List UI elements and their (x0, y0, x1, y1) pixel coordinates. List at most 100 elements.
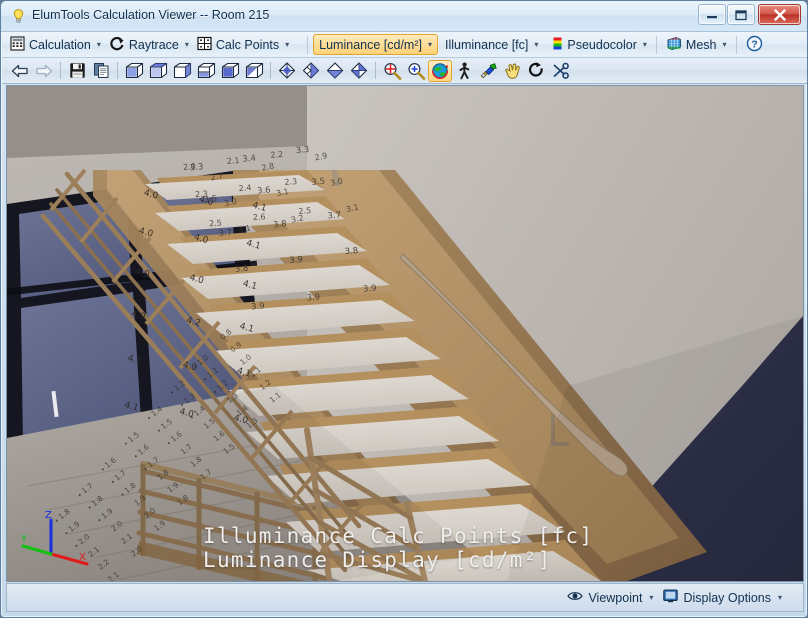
clip-scissors-icon[interactable] (548, 60, 572, 82)
toolbar-divider (117, 62, 118, 79)
colorbar-icon (552, 36, 563, 54)
chevron-down-icon: ▾ (722, 40, 727, 49)
svg-text:3.7: 3.7 (327, 210, 341, 221)
help-icon: ? (746, 35, 763, 55)
toolbar-divider (375, 62, 376, 79)
svg-text:2.4: 2.4 (238, 183, 251, 193)
menu-label-calc-points: Calc Points (215, 37, 280, 52)
svg-text:3.9: 3.9 (289, 255, 303, 266)
zoom-in-icon[interactable] (404, 60, 428, 82)
menu-label-pseudocolor: Pseudocolor (567, 37, 637, 52)
view-top-icon[interactable] (146, 60, 170, 82)
menu-divider (735, 35, 737, 54)
view-side-icon[interactable] (194, 60, 218, 82)
menu-item-raytrace[interactable]: Raytrace ▾ (105, 34, 193, 56)
svg-text:Y: Y (21, 534, 28, 545)
view-back-icon[interactable] (242, 60, 266, 82)
menu-label-mesh: Mesh (685, 37, 717, 52)
overlay-line-2: Luminance Display [cd/m²] (203, 548, 552, 572)
view-rotate-4-icon[interactable] (347, 60, 371, 82)
menu-divider (655, 35, 657, 54)
axis-triad: Z X Y (21, 510, 89, 566)
view-bottom-icon[interactable] (218, 60, 242, 82)
chevron-down-icon: ▾ (96, 40, 101, 49)
menu-label-raytrace: Raytrace (128, 37, 179, 52)
viewpoint-button[interactable]: Viewpoint ▾ (562, 587, 658, 608)
view-rotate-2-icon[interactable] (299, 60, 323, 82)
monitor-icon (663, 589, 679, 606)
view-iso-icon[interactable] (122, 60, 146, 82)
menu-label-luminance: Luminance [cd/m²] (319, 37, 422, 52)
3d-scene[interactable]: 4.0 4.0 4.1 4.0 4.0 4.1 4.0 4.0 4.1 4.0 4.2 4.1 (7, 86, 803, 581)
toolbar-divider (60, 62, 61, 79)
svg-text:2.3: 2.3 (284, 177, 297, 187)
svg-text:?: ? (751, 38, 757, 50)
chevron-down-icon: ▾ (642, 40, 647, 49)
eye-icon (567, 590, 584, 605)
zoom-window-icon[interactable] (380, 60, 404, 82)
minimize-button[interactable] (698, 4, 726, 25)
chevron-down-icon: ▾ (649, 593, 654, 602)
display-options-label: Display Options (683, 590, 771, 605)
svg-text:3.9: 3.9 (306, 293, 320, 304)
view-front-icon[interactable] (170, 60, 194, 82)
copy-icon[interactable] (89, 60, 113, 82)
svg-text:2.5: 2.5 (209, 218, 222, 228)
svg-text:3.4: 3.4 (242, 154, 256, 165)
minimize-icon (707, 15, 717, 18)
menu-label-calculation: Calculation (29, 37, 91, 52)
chevron-down-icon: ▾ (427, 40, 432, 49)
status-bar: Viewpoint ▾ Display Options ▾ (6, 583, 804, 612)
svg-text:3.6: 3.6 (257, 185, 271, 196)
svg-text:2.1: 2.1 (226, 156, 239, 166)
calc-points-icon (197, 36, 212, 54)
lightbulb-icon (10, 8, 27, 25)
close-button[interactable] (758, 4, 801, 25)
menu-item-help[interactable]: ? (742, 34, 767, 56)
icon-toolbar (2, 58, 807, 84)
application-window: ElumTools Calculation Viewer -- Room 215 (0, 0, 808, 618)
menu-item-luminance[interactable]: Luminance [cd/m²] ▾ (313, 34, 438, 55)
calculator-icon (10, 35, 25, 54)
render-icon[interactable] (476, 60, 500, 82)
menu-item-mesh[interactable]: Mesh ▾ (662, 34, 731, 56)
overlay-line-1: Illuminance Calc Points [fc] (203, 524, 594, 548)
svg-text:2.3: 2.3 (195, 189, 208, 199)
svg-text:3.9: 3.9 (251, 301, 265, 312)
menu-item-calc-points[interactable]: Calc Points ▾ (193, 34, 293, 56)
pan-hand-icon[interactable] (500, 60, 524, 82)
menu-item-calculation[interactable]: Calculation ▾ (6, 34, 105, 56)
chevron-down-icon: ▾ (534, 40, 539, 49)
svg-text:3.3: 3.3 (295, 145, 309, 156)
svg-text:Z: Z (45, 510, 52, 521)
close-icon (773, 8, 786, 21)
title-bar: ElumTools Calculation Viewer -- Room 215 (1, 1, 807, 32)
svg-text:3.5: 3.5 (311, 177, 325, 188)
maximize-button[interactable] (727, 4, 755, 25)
toolbar-divider (270, 62, 271, 79)
refresh-icon[interactable] (524, 60, 548, 82)
viewpoint-label: Viewpoint (588, 590, 643, 605)
svg-text:3.8: 3.8 (234, 264, 248, 275)
menu-item-illuminance[interactable]: Illuminance [fc] ▾ (441, 34, 542, 56)
save-icon[interactable] (65, 60, 89, 82)
view-rotate-3-icon[interactable] (323, 60, 347, 82)
svg-text:X: X (79, 552, 86, 563)
menu-item-pseudocolor[interactable]: Pseudocolor ▾ (548, 34, 651, 56)
orbit-globe-icon[interactable] (428, 59, 452, 82)
chevron-down-icon: ▾ (184, 40, 189, 49)
back-arrow-icon[interactable] (8, 60, 32, 82)
walk-icon[interactable] (452, 60, 476, 82)
command-bar: Calculation ▾ Raytrace ▾ Calc Points ▾ L… (2, 32, 807, 58)
svg-text:3.9: 3.9 (363, 284, 377, 295)
scene-render: 4.0 4.0 4.1 4.0 4.0 4.1 4.0 4.0 4.1 4.0 4.2 4.1 (7, 86, 803, 581)
chevron-down-icon: ▾ (777, 593, 782, 602)
viewport[interactable]: 4.0 4.0 4.1 4.0 4.0 4.1 4.0 4.0 4.1 4.0 4.2 4.1 (6, 85, 804, 582)
forward-arrow-icon[interactable] (32, 60, 56, 82)
display-options-button[interactable]: Display Options ▾ (658, 587, 787, 608)
svg-text:2.0: 2.0 (183, 162, 196, 172)
raytrace-icon (109, 36, 125, 54)
svg-text:3.7: 3.7 (218, 228, 232, 239)
view-rotate-1-icon[interactable] (275, 60, 299, 82)
menu-label-illuminance: Illuminance [fc] (445, 37, 529, 52)
